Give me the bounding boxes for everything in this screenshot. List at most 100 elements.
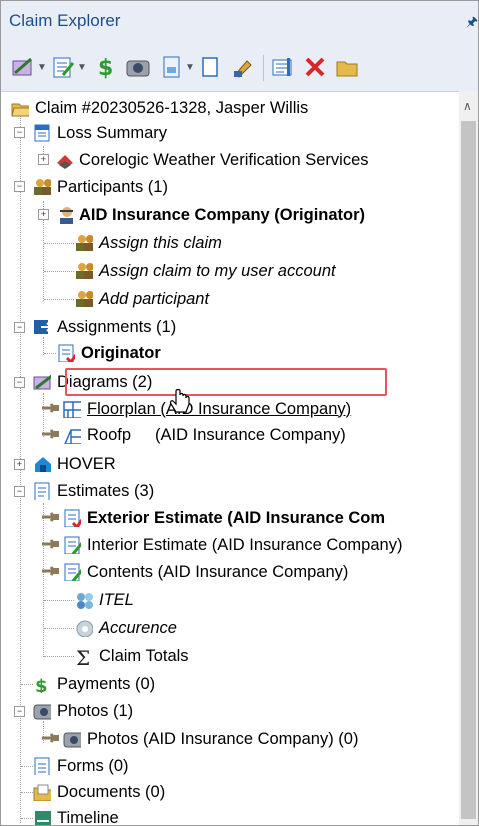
delete-button[interactable] bbox=[303, 53, 327, 81]
svg-text:$: $ bbox=[98, 56, 113, 79]
scrollbar-thumb[interactable] bbox=[461, 121, 476, 819]
tree-item-assign-user[interactable]: Assign claim to my user account bbox=[75, 258, 338, 284]
link-arrow-icon bbox=[42, 403, 59, 413]
itel-icon bbox=[77, 593, 93, 609]
tree-label: Loss Summary bbox=[57, 123, 168, 142]
tree-item-documents[interactable]: Documents (0) bbox=[33, 779, 167, 805]
properties-button[interactable] bbox=[271, 53, 295, 81]
diagram-tool-icon bbox=[12, 57, 32, 76]
svg-text:Σ: Σ bbox=[76, 647, 90, 665]
tree-item-interior-estimate[interactable]: Interior Estimate (AID Insurance Company… bbox=[41, 532, 404, 558]
tree-item-weather[interactable]: Corelogic Weather Verification Services bbox=[55, 147, 371, 173]
chevron-down-icon[interactable]: ▼ bbox=[185, 62, 195, 73]
expand-toggle[interactable]: + bbox=[38, 209, 49, 220]
diagrams-icon bbox=[33, 374, 51, 390]
document-button[interactable]: ▼ bbox=[161, 53, 195, 81]
tree-label: Add participant bbox=[99, 289, 210, 308]
collapse-toggle[interactable]: − bbox=[14, 706, 25, 717]
tree-connector bbox=[44, 353, 56, 354]
tree-item-photos-aid[interactable]: Photos (AID Insurance Company) (0) bbox=[41, 726, 360, 752]
tree-item-itel[interactable]: ITEL bbox=[75, 587, 136, 613]
estimate-tool-button[interactable]: ▼ bbox=[51, 53, 87, 81]
tree-item-add-participant[interactable]: Add participant bbox=[75, 286, 211, 312]
tree-item-assignments[interactable]: Assignments (1) bbox=[33, 314, 178, 340]
tree-label: Participants (1) bbox=[57, 177, 168, 196]
tree-label: Originator bbox=[81, 343, 161, 362]
estimate-icon bbox=[64, 536, 81, 554]
collapse-toggle[interactable]: − bbox=[14, 322, 25, 333]
tree-connector bbox=[44, 628, 74, 629]
vertical-scrollbar[interactable]: ∧ bbox=[459, 91, 478, 825]
tree-connector bbox=[21, 792, 33, 793]
link-arrow-icon bbox=[42, 733, 59, 743]
expand-toggle[interactable]: + bbox=[14, 459, 25, 470]
tree-item-estimates[interactable]: Estimates (3) bbox=[33, 478, 156, 504]
collapse-toggle[interactable]: − bbox=[14, 377, 25, 388]
chevron-down-icon[interactable]: ▼ bbox=[37, 62, 47, 73]
tree-item-payments[interactable]: $ Payments (0) bbox=[33, 671, 157, 697]
tree-item-claim-totals[interactable]: Σ Claim Totals bbox=[75, 643, 191, 669]
tree-connector bbox=[44, 299, 74, 300]
folder-button[interactable] bbox=[335, 53, 359, 81]
document-icon bbox=[163, 56, 180, 78]
new-page-button[interactable] bbox=[199, 53, 221, 81]
tree-label: Assign this claim bbox=[99, 233, 222, 252]
tree-label: Assign claim to my user account bbox=[99, 261, 336, 280]
tree-item-accurence[interactable]: Accurence bbox=[75, 615, 179, 641]
tree-label: Forms (0) bbox=[57, 756, 129, 775]
collapse-toggle[interactable]: − bbox=[14, 181, 25, 192]
scroll-up-arrow-icon[interactable]: ∧ bbox=[463, 99, 472, 113]
edit-button[interactable] bbox=[231, 53, 255, 81]
payment-icon: $ bbox=[98, 56, 113, 79]
tree-label: ITEL bbox=[99, 590, 134, 609]
roofplan-prefix: Roofp bbox=[87, 425, 132, 444]
diagram-tool-button[interactable]: ▼ bbox=[11, 53, 47, 81]
tree-label: Exterior Estimate (AID Insurance Com bbox=[87, 508, 385, 527]
pin-icon[interactable]: 🖈 bbox=[466, 13, 478, 35]
estimate-icon bbox=[64, 563, 81, 581]
estimates-icon bbox=[34, 482, 50, 500]
collapse-toggle[interactable]: − bbox=[14, 486, 25, 497]
tree-connector bbox=[21, 818, 33, 819]
tree-label: HOVER bbox=[57, 454, 116, 473]
link-arrow-icon bbox=[42, 429, 59, 439]
chevron-down-icon[interactable]: ▼ bbox=[77, 62, 87, 73]
payment-icon: $ bbox=[35, 676, 48, 693]
tree-item-originator[interactable]: Originator bbox=[57, 340, 163, 366]
panel-title-bar: Claim Explorer 🖈 bbox=[1, 1, 478, 43]
tree-connector bbox=[44, 243, 74, 244]
tree-item-timeline[interactable]: Timeline bbox=[33, 805, 121, 826]
collapse-toggle[interactable]: − bbox=[14, 127, 25, 138]
link-arrow-icon bbox=[42, 539, 59, 549]
tree-label: Contents (AID Insurance Company) bbox=[87, 562, 349, 581]
expand-toggle[interactable]: + bbox=[38, 154, 49, 165]
tree-label: Accurence bbox=[99, 618, 177, 637]
tree-root[interactable]: Claim #20230526-1328, Jasper Willis bbox=[11, 95, 310, 121]
tree-connector bbox=[44, 600, 74, 601]
tree-label: AID Insurance Company (Originator) bbox=[79, 205, 366, 224]
participants-icon bbox=[76, 235, 93, 251]
tree-item-assign-claim[interactable]: Assign this claim bbox=[75, 230, 224, 256]
tree-item-participants[interactable]: Participants (1) bbox=[33, 174, 170, 200]
tree-item-forms[interactable]: Forms (0) bbox=[33, 753, 131, 779]
tree-item-loss-summary[interactable]: Loss Summary bbox=[33, 120, 169, 146]
selection-highlight bbox=[65, 368, 387, 396]
tree-item-exterior-estimate[interactable]: Exterior Estimate (AID Insurance Com bbox=[41, 505, 387, 531]
person-icon bbox=[60, 207, 73, 224]
claim-explorer-panel: Claim Explorer 🖈 ▼ ▼ $ ▼ ∧ Claim #202305… bbox=[0, 0, 479, 826]
payment-button[interactable]: $ bbox=[93, 53, 117, 81]
tree-item-hover[interactable]: HOVER bbox=[33, 451, 118, 477]
tree-item-floorplan[interactable]: Floorplan (AID Insurance Company) bbox=[41, 396, 353, 422]
tree-item-roofplan[interactable]: Roofp (AID Insurance Company) bbox=[41, 422, 348, 448]
photo-button[interactable] bbox=[125, 53, 151, 81]
tree-connector bbox=[44, 656, 74, 657]
tree-item-contents[interactable]: Contents (AID Insurance Company) bbox=[41, 559, 350, 585]
delete-icon bbox=[305, 57, 325, 77]
tree-item-photos[interactable]: Photos (1) bbox=[33, 698, 135, 724]
tree-label: Photos (1) bbox=[57, 701, 134, 720]
photo-icon bbox=[126, 60, 150, 77]
timeline-icon bbox=[35, 811, 51, 825]
tree-label: Timeline bbox=[57, 808, 119, 826]
tree-item-aid-originator[interactable]: AID Insurance Company (Originator) bbox=[55, 202, 367, 228]
tree-label: Corelogic Weather Verification Services bbox=[79, 150, 369, 169]
